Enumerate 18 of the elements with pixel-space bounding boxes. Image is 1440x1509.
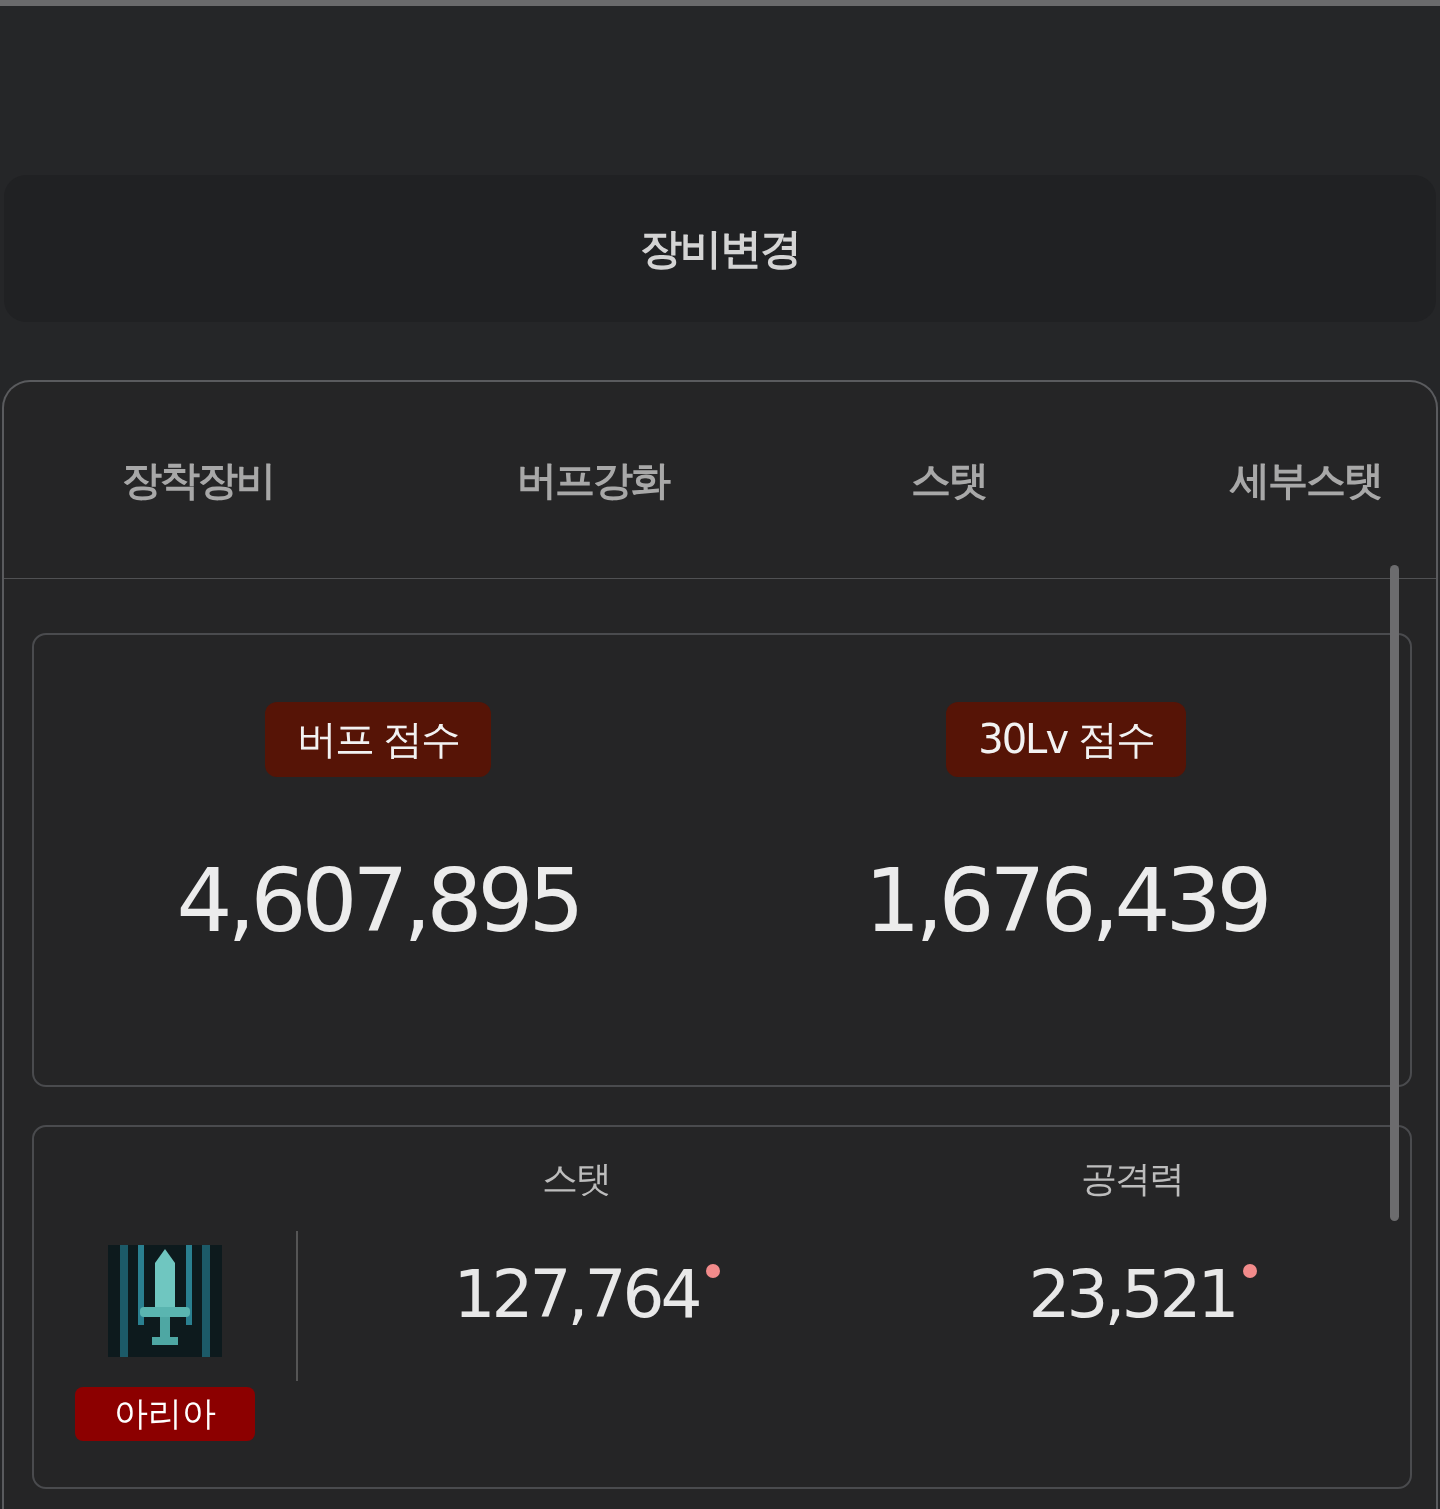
dot-icon: [1243, 1264, 1258, 1278]
stat-value: 23,521: [1028, 1256, 1236, 1333]
sword-icon: [108, 1245, 222, 1357]
stat-label: 공격력: [1081, 1157, 1183, 1201]
score-label: 30Lv 점수: [946, 702, 1186, 777]
item-name-label: 아리아: [75, 1387, 255, 1441]
tab[interactable]: 스탯: [911, 452, 988, 508]
score-value: 4,607,895: [176, 849, 580, 952]
score-value: 1,676,439: [864, 849, 1268, 952]
stat-label: 스탯: [542, 1157, 610, 1201]
score-label: 버프 점수: [264, 702, 492, 777]
scrollbar[interactable]: [1390, 565, 1399, 1221]
tab[interactable]: 세부스탯: [1229, 452, 1382, 508]
stat-value: 127,764: [453, 1256, 699, 1333]
dot-icon: [706, 1264, 721, 1278]
header-title: 장비변경: [640, 222, 800, 275]
tab[interactable]: 장착장비: [122, 452, 274, 508]
tab[interactable]: 버프강화: [516, 452, 669, 508]
